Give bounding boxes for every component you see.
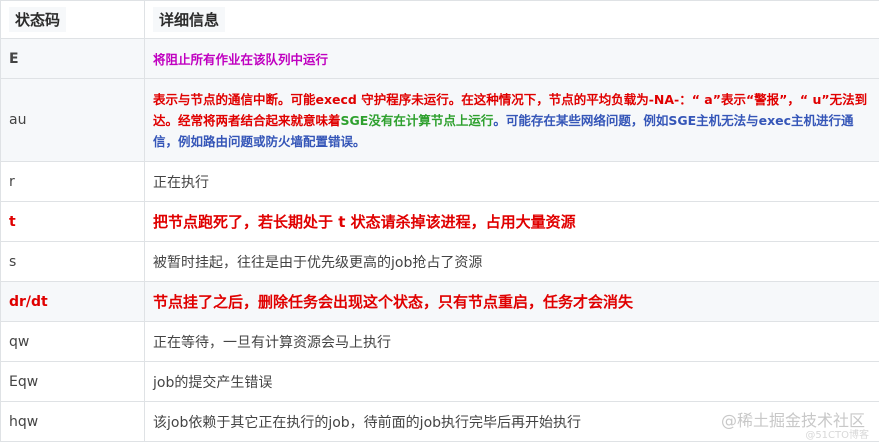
table-header-row: 状态码 详细信息 [1, 1, 879, 39]
status-code-table: 状态码 详细信息 E 将阻止所有作业在该队列中运行 au 表示与节点的通信中断。… [0, 0, 879, 442]
table-row: dr/dt 节点挂了之后，删除任务会出现这个状态，只有节点重启，任务才会消失 [1, 282, 879, 322]
table-row: Eqw job的提交产生错误 [1, 362, 879, 402]
table-row: t 把节点跑死了，若长期处于 t 状态请杀掉该进程，占用大量资源 [1, 202, 879, 242]
detail-segment-green: SGE没有在计算节点上运行 [341, 113, 494, 128]
table-row: au 表示与节点的通信中断。可能execd 守护程序未运行。在这种情况下，节点的… [1, 79, 879, 162]
status-code-cell: t [1, 202, 145, 242]
header-status-code: 状态码 [1, 1, 145, 39]
status-code-cell: r [1, 162, 145, 202]
detail-cell: 正在执行 [145, 162, 879, 202]
status-code-cell: au [1, 79, 145, 162]
status-code-cell: E [1, 39, 145, 79]
status-code-cell: dr/dt [1, 282, 145, 322]
detail-cell: 节点挂了之后，删除任务会出现这个状态，只有节点重启，任务才会消失 [145, 282, 879, 322]
detail-cell: 表示与节点的通信中断。可能execd 守护程序未运行。在这种情况下，节点的平均负… [145, 79, 879, 162]
status-code-cell: s [1, 242, 145, 282]
header-detail-info: 详细信息 [145, 1, 879, 39]
table-row: s 被暂时挂起，往往是由于优先级更高的job抢占了资源 [1, 242, 879, 282]
detail-cell: 正在等待，一旦有计算资源会马上执行 [145, 322, 879, 362]
detail-cell: job的提交产生错误 [145, 362, 879, 402]
table-row: qw 正在等待，一旦有计算资源会马上执行 [1, 322, 879, 362]
table-row: r 正在执行 [1, 162, 879, 202]
table-row: E 将阻止所有作业在该队列中运行 [1, 39, 879, 79]
status-code-cell: qw [1, 322, 145, 362]
status-code-cell: Eqw [1, 362, 145, 402]
watermark-sub: @51CTO博客 [805, 426, 869, 441]
status-code-cell: hqw [1, 402, 145, 442]
detail-cell: 被暂时挂起，往往是由于优先级更高的job抢占了资源 [145, 242, 879, 282]
detail-cell: 把节点跑死了，若长期处于 t 状态请杀掉该进程，占用大量资源 [145, 202, 879, 242]
detail-cell: 将阻止所有作业在该队列中运行 [145, 39, 879, 79]
